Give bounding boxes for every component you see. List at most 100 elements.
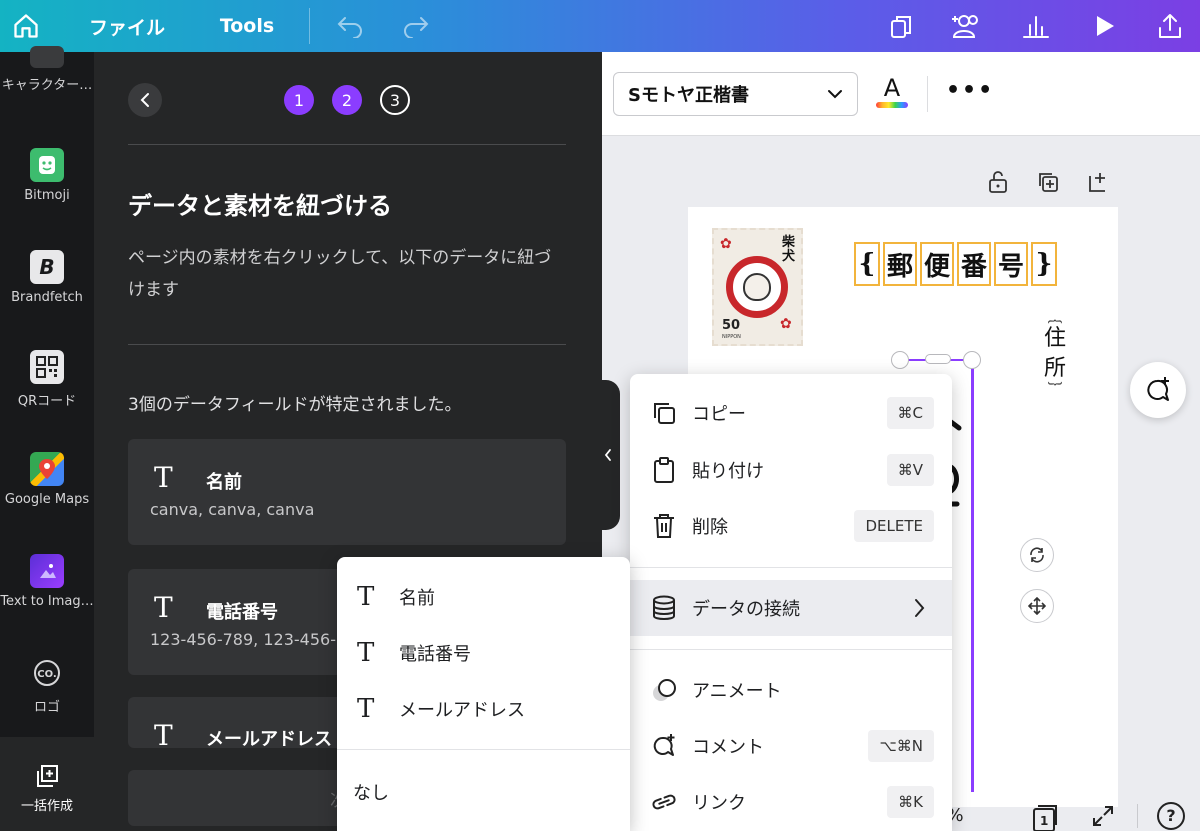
menu-item-label: アニメート xyxy=(692,681,782,702)
address-char: 所 xyxy=(1043,356,1066,381)
comment-add-icon xyxy=(648,730,680,762)
menu-item-connect-data[interactable]: データの接続 xyxy=(630,580,952,636)
share-people-button[interactable] xyxy=(948,0,988,52)
selection-border xyxy=(971,360,974,792)
bulk-create-button[interactable]: 一括作成 xyxy=(0,737,94,831)
field-name: 電話番号 xyxy=(206,602,278,623)
menu-item-copy[interactable]: コピー ⌘C xyxy=(630,385,952,441)
postal-char: 便 xyxy=(920,242,954,286)
redo-button[interactable] xyxy=(398,0,434,52)
add-people-icon xyxy=(952,15,978,38)
resize-handle[interactable] xyxy=(891,351,909,369)
rail-item-qrcode[interactable]: QRコード xyxy=(0,350,94,409)
resize-button[interactable] xyxy=(884,0,920,52)
rail-item-label: キャラクター… xyxy=(1,78,93,93)
flower-icon: ✿ xyxy=(720,236,732,252)
rail-item-label: Brandfetch xyxy=(11,290,83,305)
play-icon xyxy=(1097,16,1114,36)
bulk-create-item: 一括作成 xyxy=(0,761,94,814)
rail-item-brandfetch[interactable]: B Brandfetch xyxy=(0,250,94,305)
postal-char: } xyxy=(1031,242,1057,286)
tools-menu-button[interactable]: Tools xyxy=(214,0,280,52)
step-1: 1 xyxy=(284,85,314,115)
more-options-button[interactable]: ••• xyxy=(946,78,994,103)
share-export-button[interactable] xyxy=(1152,0,1188,52)
menu-item-comment[interactable]: コメント ⌥⌘N xyxy=(630,718,952,774)
rail-item-text-to-image[interactable]: Text to Imag… xyxy=(0,554,94,609)
text-field-icon: T xyxy=(357,582,375,612)
lock-page-button[interactable] xyxy=(984,168,1012,196)
menu-item-link[interactable]: リンク ⌘K xyxy=(630,774,952,830)
home-button[interactable] xyxy=(8,0,44,52)
qr-code-icon xyxy=(30,350,64,384)
submenu-item-label: 名前 xyxy=(399,588,435,609)
shortcut-badge: DELETE xyxy=(854,510,934,542)
insights-button[interactable] xyxy=(1018,0,1054,52)
chevron-left-icon xyxy=(140,93,149,107)
app-rail: キャラクター… Bitmoji B Brandfetch QRコード Googl… xyxy=(0,46,94,831)
rail-item-bitmoji[interactable]: Bitmoji xyxy=(0,148,94,203)
font-family-dropdown[interactable]: Sモトヤ正楷書 xyxy=(613,72,858,116)
font-family-value: Sモトヤ正楷書 xyxy=(628,85,749,106)
rotate-button[interactable] xyxy=(1020,538,1054,572)
postal-code-text[interactable]: { 郵 便 番 号 } xyxy=(854,242,1060,286)
text-field-icon: T xyxy=(154,591,173,624)
character-app-icon xyxy=(30,46,64,68)
fullscreen-button[interactable] xyxy=(1088,800,1118,831)
back-button[interactable] xyxy=(128,83,162,117)
text-field-icon: T xyxy=(357,638,375,668)
rail-item-character[interactable]: キャラクター… xyxy=(0,46,94,93)
menu-item-label: コピー xyxy=(692,404,746,425)
menu-divider xyxy=(630,649,952,650)
chevron-left-icon xyxy=(604,449,611,461)
stamp-value: 50 xyxy=(722,318,741,333)
step-3: 3 xyxy=(380,85,410,115)
panel-title: データと素材を紐づける xyxy=(128,192,392,220)
stamp-image[interactable]: ✿ ✿ 柴犬 50 NIPPON xyxy=(712,228,803,346)
address-text[interactable]: ︷ 住 所 ︸ xyxy=(1040,311,1070,397)
present-button[interactable] xyxy=(1088,0,1122,52)
submenu-item-name[interactable]: T 名前 xyxy=(337,569,630,625)
collapse-panel-handle[interactable] xyxy=(596,380,620,530)
menu-item-label: コメント xyxy=(692,737,764,758)
step-2: 2 xyxy=(332,85,362,115)
submenu-item-label: 電話番号 xyxy=(399,644,471,665)
bulk-create-icon xyxy=(32,761,62,791)
chevron-right-icon xyxy=(915,599,925,617)
data-field-card: T 名前 canva, canva, canva xyxy=(128,439,566,545)
data-field-submenu: T 名前 T 電話番号 T メールアドレス なし xyxy=(337,557,630,831)
help-button[interactable]: ? xyxy=(1156,800,1186,831)
page-number: 1 xyxy=(1040,814,1049,828)
copy-icon xyxy=(648,397,680,429)
page-count-button[interactable]: 1 xyxy=(1026,800,1062,831)
undo-button[interactable] xyxy=(332,0,368,52)
resize-handle[interactable] xyxy=(925,354,951,364)
undo-icon xyxy=(337,17,362,38)
rail-item-label: Bitmoji xyxy=(24,188,70,203)
color-swatch-bar xyxy=(876,102,908,108)
address-char: 住 xyxy=(1043,326,1066,351)
duplicate-page-button[interactable] xyxy=(1034,168,1062,196)
resize-handle[interactable] xyxy=(963,351,981,369)
top-bar: ファイル Tools xyxy=(0,0,1200,52)
rail-item-logo[interactable]: CO. ロゴ xyxy=(0,656,94,715)
move-button[interactable] xyxy=(1020,589,1054,623)
menu-item-paste[interactable]: 貼り付け ⌘V xyxy=(630,442,952,498)
add-comment-button[interactable] xyxy=(1130,362,1186,418)
stamp-country: NIPPON xyxy=(722,334,741,340)
menu-item-delete[interactable]: 削除 DELETE xyxy=(630,498,952,554)
submenu-item-none[interactable]: なし xyxy=(353,779,389,805)
menu-item-animate[interactable]: アニメート xyxy=(630,662,952,718)
submenu-item-phone[interactable]: T 電話番号 xyxy=(337,625,630,681)
text-color-button[interactable]: A xyxy=(875,74,909,112)
upload-icon xyxy=(1159,14,1181,38)
file-menu-button[interactable]: ファイル xyxy=(82,0,172,52)
animate-icon xyxy=(648,674,680,706)
rail-item-google-maps[interactable]: Google Maps xyxy=(0,452,94,507)
toolbar-divider xyxy=(927,76,928,112)
flower-icon: ✿ xyxy=(780,316,792,332)
submenu-item-email[interactable]: T メールアドレス xyxy=(337,681,630,737)
copy-pages-icon xyxy=(891,16,911,38)
add-page-button[interactable] xyxy=(1084,168,1112,196)
divider xyxy=(128,344,566,345)
